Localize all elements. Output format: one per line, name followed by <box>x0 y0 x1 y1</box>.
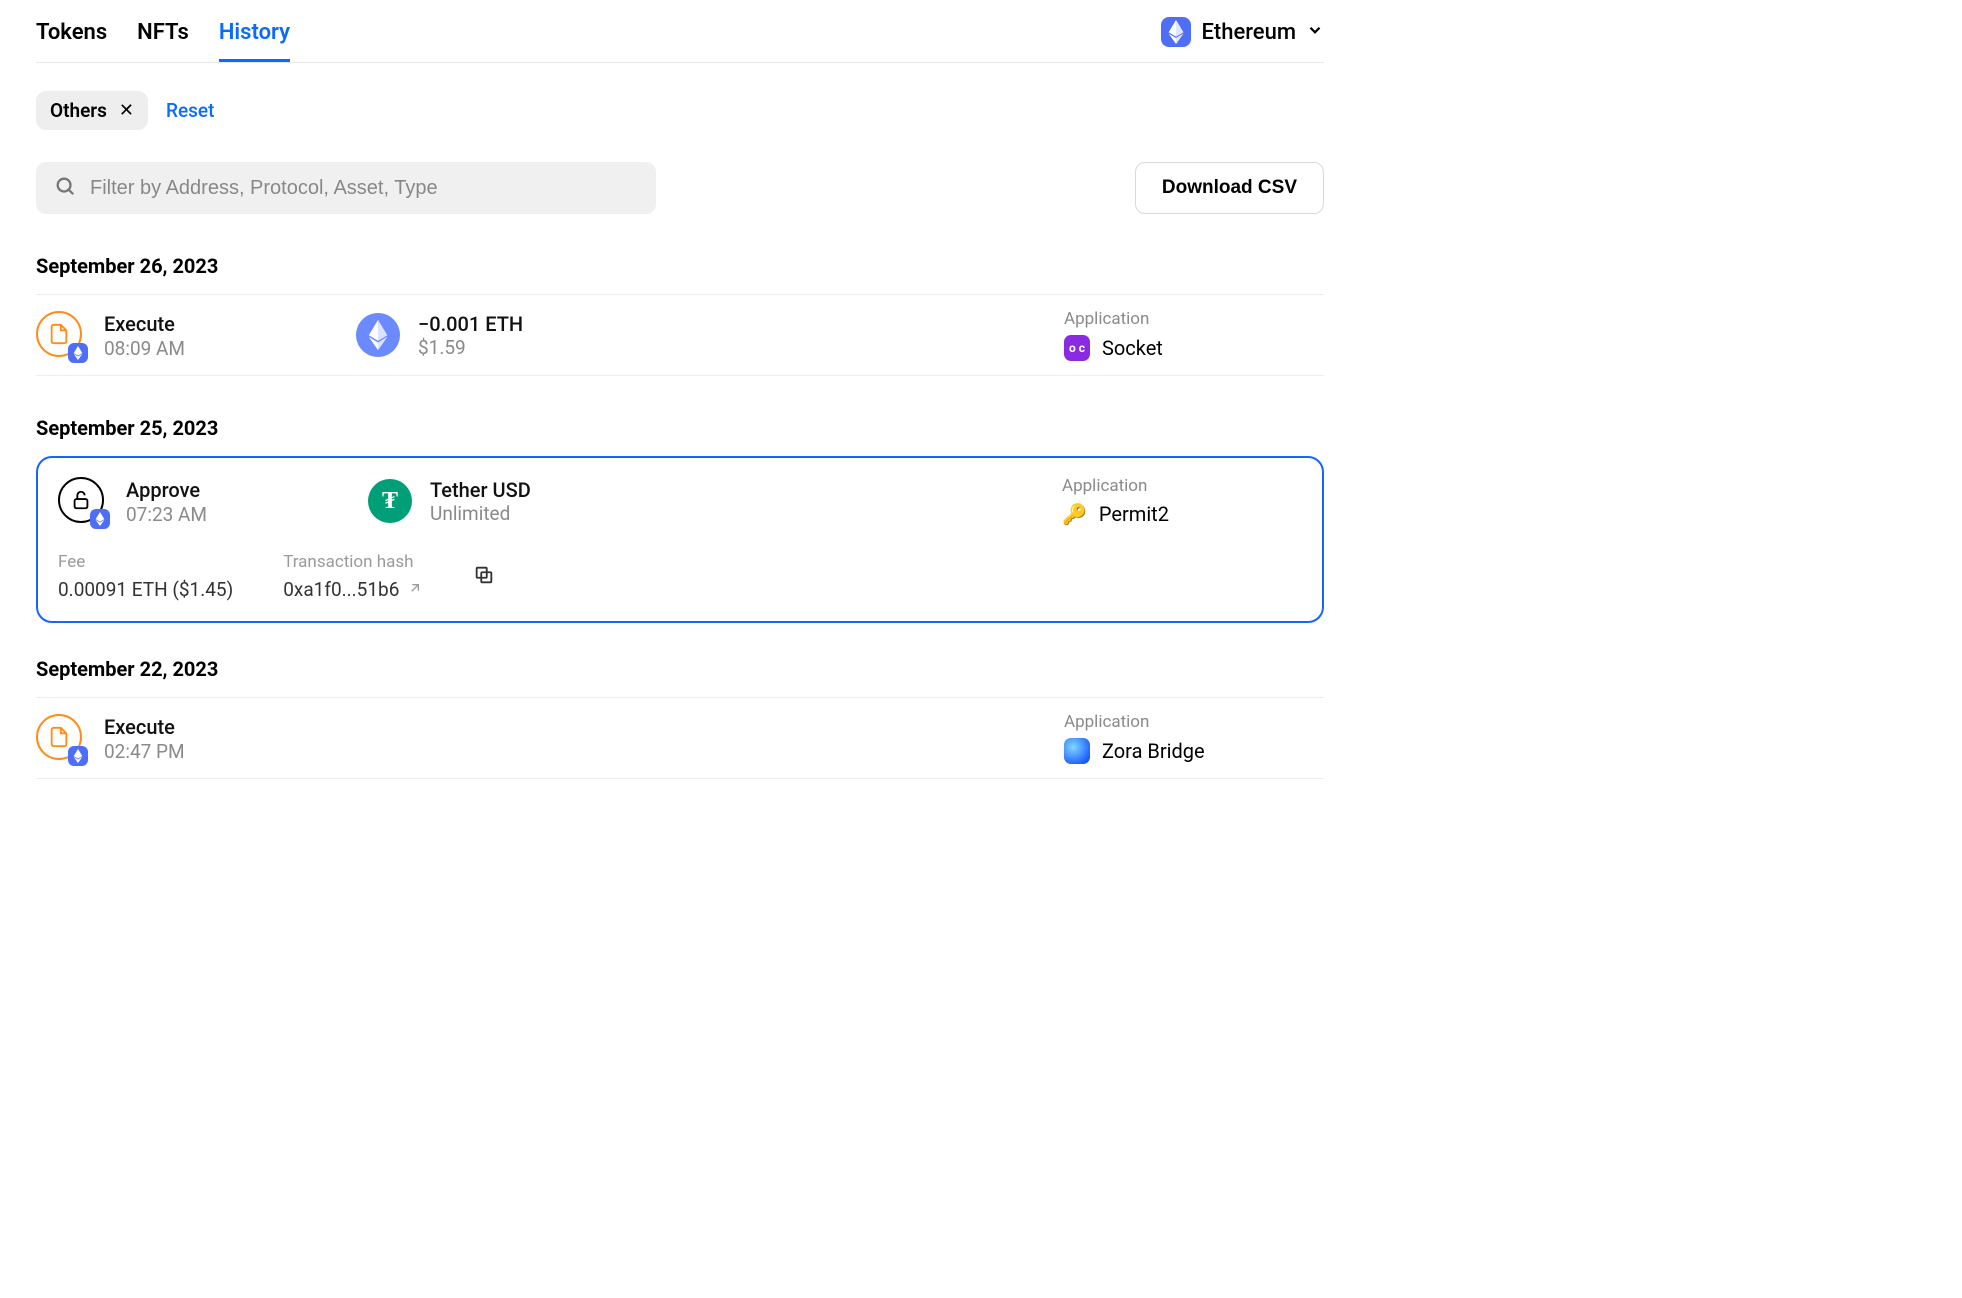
transaction-type-icon <box>36 311 84 359</box>
application-label: Application <box>1062 476 1302 496</box>
download-csv-button[interactable]: Download CSV <box>1135 162 1324 214</box>
transaction-type-icon <box>58 477 106 525</box>
transaction-time: 08:09 AM <box>104 337 185 360</box>
hash-label: Transaction hash <box>283 552 423 572</box>
transaction-row[interactable]: Execute 02:47 PM Application Zora Bridge <box>36 697 1324 779</box>
transaction-card-expanded[interactable]: Approve 07:23 AM ₮ Tether USD Unlimited … <box>36 456 1324 623</box>
search-input[interactable] <box>90 177 638 200</box>
fee-value: 0.00091 ETH ($1.45) <box>58 578 233 601</box>
application-name: Permit2 <box>1099 502 1169 526</box>
application-label: Application <box>1064 309 1324 329</box>
transaction-action: Execute <box>104 714 185 740</box>
asset-usd: $1.59 <box>418 336 523 359</box>
copy-icon[interactable] <box>473 571 495 590</box>
key-icon: 🔑 <box>1062 502 1087 526</box>
reset-filters[interactable]: Reset <box>166 99 214 122</box>
ethereum-badge-icon <box>68 343 88 363</box>
search-icon <box>54 175 76 201</box>
asset-name: Tether USD <box>430 478 531 502</box>
chevron-down-icon <box>1306 21 1324 43</box>
date-header: September 25, 2023 <box>36 416 1324 440</box>
ethereum-badge-icon <box>90 509 110 529</box>
application-name: Socket <box>1102 336 1163 360</box>
external-link-icon[interactable] <box>407 578 423 601</box>
transaction-time: 07:23 AM <box>126 503 207 526</box>
asset-amount: Unlimited <box>430 502 531 525</box>
tether-asset-icon: ₮ <box>368 479 412 523</box>
transaction-time: 02:47 PM <box>104 740 185 763</box>
tab-tokens[interactable]: Tokens <box>36 10 107 62</box>
search-box[interactable] <box>36 162 656 214</box>
application-name: Zora Bridge <box>1102 739 1205 763</box>
socket-app-icon: o c <box>1064 335 1090 361</box>
transaction-row[interactable]: Execute 08:09 AM −0.001 ETH $1.59 Applic… <box>36 294 1324 376</box>
tabs: Tokens NFTs History <box>36 10 290 62</box>
eth-asset-icon <box>356 313 400 357</box>
hash-value[interactable]: 0xa1f0...51b6 <box>283 578 399 601</box>
filter-chip-others[interactable]: Others ✕ <box>36 91 148 130</box>
fee-label: Fee <box>58 552 233 572</box>
transaction-action: Execute <box>104 311 185 337</box>
date-header: September 26, 2023 <box>36 254 1324 278</box>
date-header: September 22, 2023 <box>36 657 1324 681</box>
tab-history[interactable]: History <box>219 10 290 62</box>
transaction-type-icon <box>36 714 84 762</box>
filter-chip-label: Others <box>50 99 107 122</box>
chain-name: Ethereum <box>1201 20 1296 45</box>
tab-nfts[interactable]: NFTs <box>137 10 189 62</box>
close-icon[interactable]: ✕ <box>119 100 134 121</box>
transaction-action: Approve <box>126 477 207 503</box>
chain-selector[interactable]: Ethereum <box>1161 17 1324 55</box>
ethereum-icon <box>1161 17 1191 47</box>
asset-amount: −0.001 ETH <box>418 312 523 336</box>
zora-app-icon <box>1064 738 1090 764</box>
application-label: Application <box>1064 712 1324 732</box>
ethereum-badge-icon <box>68 746 88 766</box>
